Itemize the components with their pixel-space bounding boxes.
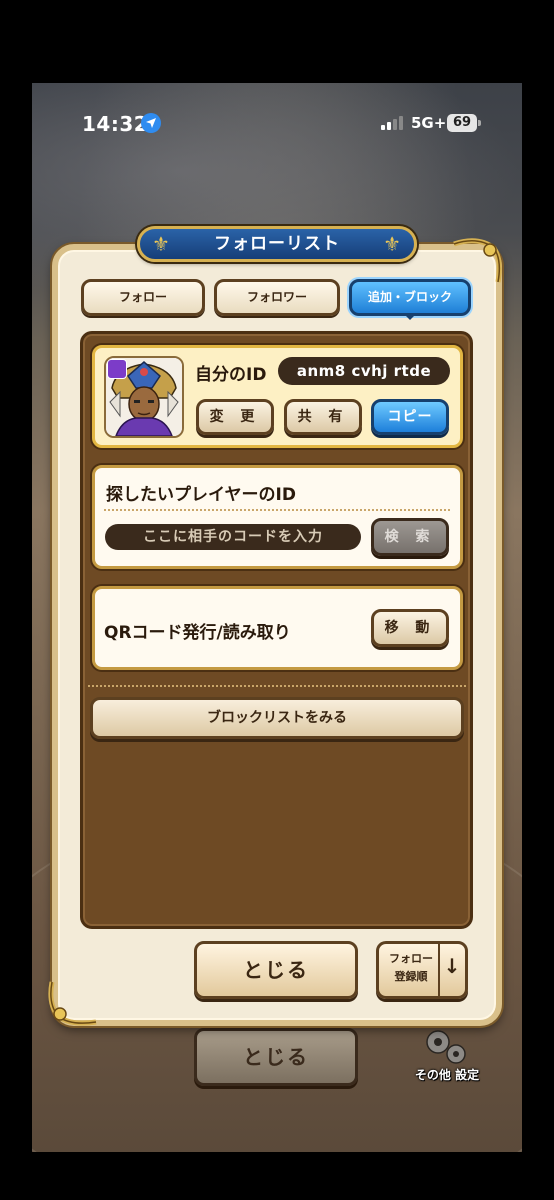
copy-id-button[interactable]: コピー (371, 399, 449, 435)
change-id-button[interactable]: 変 更 (196, 399, 274, 435)
qr-move-button[interactable]: 移 動 (371, 609, 449, 647)
qr-code-label: QRコード発行/読み取り (104, 623, 291, 643)
battery-tip (478, 120, 481, 126)
class-badge-icon (107, 359, 127, 379)
dialog-title-text: フォローリスト (214, 234, 340, 254)
divider (104, 509, 450, 511)
network-type: 5G+ (411, 114, 447, 132)
my-id-label: 自分のID (195, 365, 267, 385)
other-settings-label[interactable]: その他 設定 (406, 1066, 488, 1083)
active-tab-pointer (403, 313, 417, 320)
dialog-title: ⚜ フォローリスト ⚜ (137, 226, 417, 262)
tab-add-block[interactable]: 追加・ブロック (349, 279, 471, 316)
corner-ornament-icon (48, 981, 97, 1026)
block-list-button[interactable]: ブロックリストをみる (90, 697, 464, 739)
fleur-right-icon: ⚜ (383, 232, 402, 256)
my-id-value: anm8 cvhj rtde (278, 357, 450, 385)
sort-order-line2: 登録順 (394, 970, 428, 983)
tab-follow[interactable]: フォロー (81, 279, 205, 316)
sort-order-line1: フォロー (389, 952, 433, 965)
fleur-left-icon: ⚜ (152, 232, 171, 256)
player-code-input[interactable]: ここに相手のコードを入力 (105, 524, 361, 550)
close-button[interactable]: とじる (194, 941, 358, 999)
background-close-button[interactable]: とじる (194, 1028, 358, 1086)
sort-order-button[interactable]: フォロー 登録順 ↓ (376, 941, 468, 999)
tab-followers[interactable]: フォロワー (214, 279, 340, 316)
search-button[interactable]: 検 索 (371, 518, 449, 556)
search-player-label: 探したいプレイヤーのID (106, 485, 296, 505)
divider (88, 685, 466, 687)
sort-divider (438, 944, 440, 996)
status-time: 14:32 (82, 112, 149, 136)
battery-icon: 69 (447, 114, 477, 132)
location-arrow-icon (141, 113, 161, 133)
avatar (104, 356, 184, 438)
sort-arrow-icon[interactable]: ↓ (442, 954, 462, 978)
signal-bars-icon (381, 116, 405, 130)
share-id-button[interactable]: 共 有 (284, 399, 362, 435)
sort-order-label: フォロー 登録順 (383, 950, 439, 986)
gears-icon[interactable] (420, 1026, 472, 1070)
